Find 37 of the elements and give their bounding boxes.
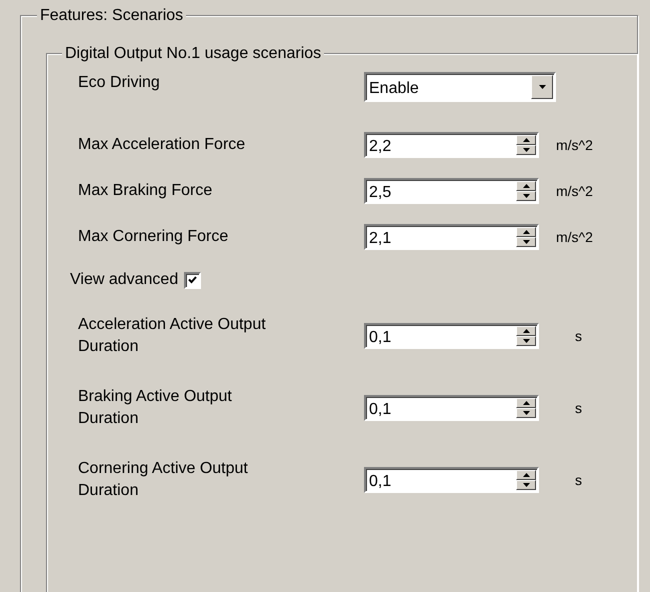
spin-down-icon (522, 339, 530, 343)
unit-label: s (575, 472, 582, 488)
checkbox[interactable] (184, 272, 202, 288)
spin-down-icon (522, 411, 530, 415)
dropdown-arrow-icon (538, 85, 546, 89)
spin-field[interactable]: 2,2 (364, 132, 539, 158)
spin-down-icon (522, 148, 530, 152)
spin-up-icon (522, 329, 530, 333)
spin-field[interactable]: 0,1 (364, 395, 539, 421)
field-label: Max Acceleration Force (78, 135, 246, 155)
spin-up-icon (522, 401, 530, 405)
field-label: Max Braking Force (78, 181, 214, 201)
unit-label: m/s^2 (556, 183, 593, 199)
dropdown[interactable]: Enable (364, 72, 556, 102)
unit-label: s (575, 400, 582, 416)
spin-up-icon (522, 473, 530, 477)
spin-field[interactable]: 0,1 (364, 323, 539, 349)
spin-up-icon (522, 138, 530, 142)
checkbox-label: View advanced (70, 270, 178, 290)
spin-up-icon (522, 184, 530, 188)
unit-label: m/s^2 (556, 229, 593, 245)
field-label: Braking Active Output Duration (78, 387, 233, 429)
spin-down-icon (522, 483, 530, 487)
spin-field[interactable]: 2,5 (364, 178, 539, 204)
spin-up-icon (522, 230, 530, 234)
spin-field[interactable]: 2,1 (364, 224, 539, 250)
field-label: Acceleration Active Output Duration (78, 315, 267, 357)
group-title: Digital Output No.1 usage scenarios (62, 44, 324, 64)
unit-label: s (575, 328, 582, 344)
field-label: Max Cornering Force (78, 227, 230, 247)
field-label: Cornering Active Output Duration (78, 459, 249, 501)
spin-down-icon (522, 194, 530, 198)
spin-down-icon (522, 240, 530, 244)
unit-label: m/s^2 (556, 137, 593, 153)
field-label: Eco Driving (78, 73, 161, 93)
spin-field[interactable]: 0,1 (364, 467, 539, 493)
checkmark-icon (188, 276, 198, 284)
